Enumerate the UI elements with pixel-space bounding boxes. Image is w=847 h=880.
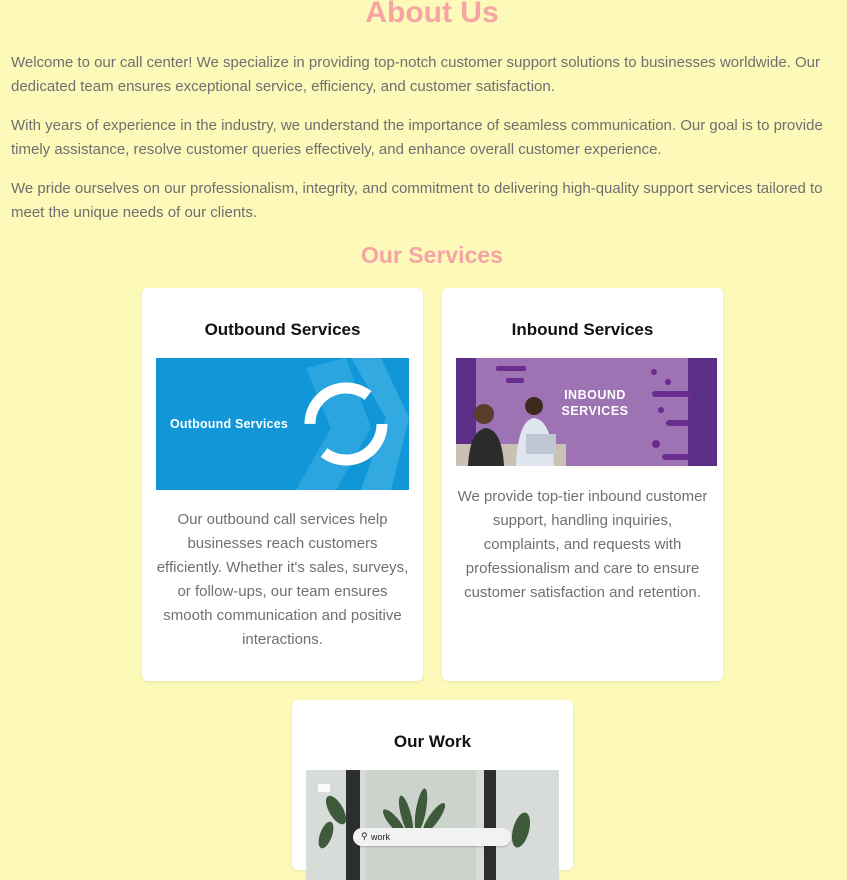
outbound-description: Our outbound call services help business…	[156, 511, 409, 648]
inbound-description: We provide top-tier inbound customer sup…	[457, 488, 708, 601]
inbound-image-label: INBOUND SERVICES	[561, 388, 629, 418]
inbound-services-image: INBOUND SERVICES	[456, 358, 717, 466]
outbound-service-card: Outbound Services Outbound Services Our …	[142, 288, 423, 681]
outbound-image-label: Outbound Services	[170, 417, 289, 431]
services-title: Our Services	[361, 242, 503, 268]
outbound-services-image: Outbound Services	[156, 358, 409, 490]
our-work-image: ⚲ work	[306, 770, 559, 880]
plants-window-graphic	[306, 770, 559, 880]
our-work-title: Our Work	[393, 732, 472, 751]
our-work-card: Our Work ⚲ work	[292, 700, 573, 880]
work-search-text: work	[371, 832, 391, 842]
about-title: About Us	[365, 0, 499, 29]
work-search-bar: ⚲ work	[353, 828, 511, 846]
about-paragraph-3: We pride ourselves on our professionalis…	[11, 180, 823, 221]
search-icon: ⚲	[361, 831, 368, 841]
about-paragraph-2: With years of experience in the industry…	[11, 117, 823, 158]
inbound-card-title: Inbound Services	[511, 320, 654, 339]
inbound-service-card: Inbound Services INBOUND SERVICES We pro…	[442, 288, 723, 681]
outbound-card-title: Outbound Services	[204, 320, 361, 339]
about-paragraph-1: Welcome to our call center! We specializ…	[11, 54, 820, 95]
